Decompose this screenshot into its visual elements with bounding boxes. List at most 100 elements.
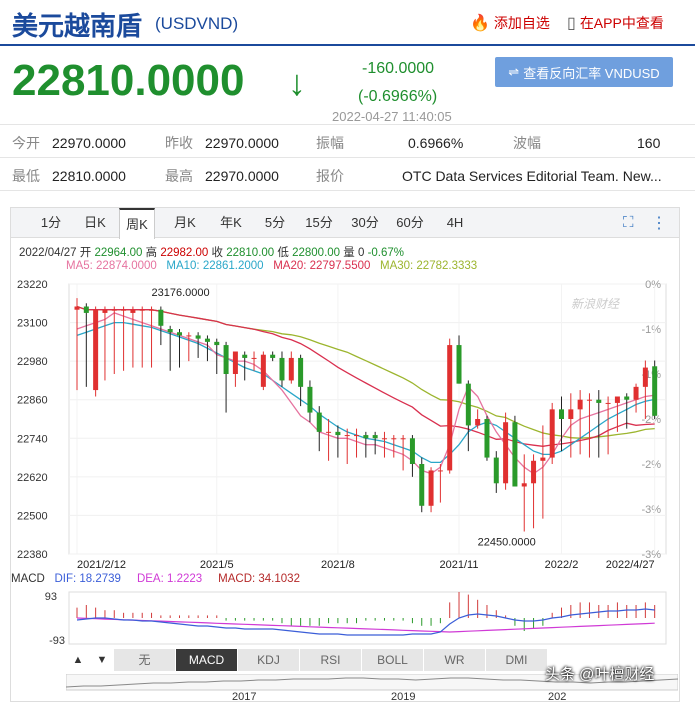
candle-body [130,309,136,313]
tab-weekly[interactable]: 周K [119,208,155,239]
quote-timestamp: 2022-04-27 11:40:05 [332,109,452,124]
candle-body [223,345,229,374]
candlestick-chart[interactable]: 23220 23100 22980 22860 22740 22620 22500 22380… [11,276,679,576]
indicator-macd[interactable]: MACD [176,649,238,671]
candle-body [307,386,313,413]
price-change-pct: (-0.6966%) [358,88,438,105]
candle-body [596,399,602,403]
x-tick-label: 2021/5 [200,559,234,571]
macd-frame [68,591,667,645]
y-tick-label: 22500 [17,510,48,522]
candle-body [531,460,537,484]
tab-5min[interactable]: 5分 [257,208,293,238]
candle-body [204,338,210,342]
current-price: 22810.0000 [12,56,245,105]
candle-body [475,419,481,426]
pct-tick-label: 0% [645,279,661,291]
indicator-bar: ▲ ▼ 无 MACD KDJ RSI BOLL WR DMI [66,649,548,671]
tab-4h[interactable]: 4H [437,208,473,238]
tab-30min[interactable]: 30分 [347,208,383,238]
indicator-none[interactable]: 无 [114,649,176,671]
pct-tick-label: -3% [641,504,661,516]
stat-open: 今开 22970.0000 [12,135,126,151]
candle-body [419,464,425,506]
candle-body [214,341,220,346]
candle-body [633,386,639,400]
phone-icon: ▯ [567,15,576,32]
candle-body [232,351,238,374]
candle-body [335,431,341,436]
candle-body [400,438,406,440]
chart-watermark: 新浪财经 [571,297,621,311]
ma10-value: MA10: 22861.2000 [166,260,264,272]
period-tabs: 1分 日K 周K 月K 年K 5分 15分 30分 60分 4H ⛶ ⋮ [11,208,679,239]
candle-body [242,354,248,358]
candle-body [251,357,257,359]
fullscreen-icon[interactable]: ⛶ [623,214,634,231]
add-favorite-link[interactable]: 🔥 添加自选 [470,13,550,33]
candle-body [167,329,173,333]
candle-body [409,438,415,464]
candle-body [158,309,164,326]
dif-line [76,608,655,636]
ma30-line [76,305,655,439]
tab-1min[interactable]: 1分 [33,208,69,238]
candle-body [521,483,527,487]
candle-body [447,345,453,471]
candle-body [437,470,443,472]
reverse-rate-button[interactable]: ⇌ 查看反向汇率 VNDUSD [495,57,673,87]
candle-body [149,309,155,311]
indicator-wr[interactable]: WR [424,649,486,671]
tab-15min[interactable]: 15分 [301,208,337,238]
candle-body [391,438,397,440]
tab-yearly[interactable]: 年K [213,208,249,238]
x-tick-label: 2021/2/12 [77,559,126,571]
candle-body [83,306,89,313]
candle-body [428,470,434,506]
tab-60min[interactable]: 60分 [392,208,428,238]
candle-body [298,357,304,387]
indicator-dmi[interactable]: DMI [486,649,548,671]
tab-monthly[interactable]: 月K [167,208,203,238]
candle-body [652,366,658,416]
candle-body [559,409,565,419]
candle-body [354,435,360,437]
tab-daily[interactable]: 日K [77,208,113,238]
stats-row: 最低 22810.0000 最高 22970.0000 报价 OTC Data Ser… [0,158,695,191]
x-tick-label: 2022/2 [545,559,579,571]
indicator-kdj[interactable]: KDJ [238,649,300,671]
candle-body [614,396,620,403]
view-in-app-label: 在APP中查看 [579,15,664,31]
ma5-value: MA5: 22874.0000 [66,260,157,272]
fire-icon: 🔥 [470,15,490,32]
arrow-down-icon[interactable]: ▼ [90,649,114,671]
view-in-app-link[interactable]: ▯ 在APP中查看 [567,13,664,33]
stat-amplitude: 振幅 0.6966% [316,135,464,151]
candle-body [624,396,630,400]
swap-icon: ⇌ [508,64,520,79]
macd-chart: 93 -93 [45,591,667,647]
source-watermark: 头条 @叶檀财经 [545,666,655,683]
candle-body [270,354,276,358]
y-tick-label: 22380 [17,549,48,561]
macd-legend: MACD DIF: 18.2739 DEA: 1.2223 MACD: 34.1… [11,573,300,585]
candle-body [102,309,108,313]
macd-tick-label: -93 [49,635,65,647]
candle-body [381,438,387,440]
candle-body [465,383,471,426]
x-tick-label: 2022/4/27 [606,559,655,571]
arrow-up-icon[interactable]: ▲ [66,649,90,671]
stat-prev-close: 昨收 22970.0000 [165,135,279,151]
more-icon[interactable]: ⋮ [651,213,667,233]
candle-body [363,435,369,439]
candle-body [568,409,574,419]
y-tick-label: 22740 [17,433,48,445]
indicator-boll[interactable]: BOLL [362,649,424,671]
stats-table: 今开 22970.0000 昨收 22970.0000 振幅 0.6966% 波幅 16… [0,124,695,191]
indicator-rsi[interactable]: RSI [300,649,362,671]
overview-tick-label: 2017 [232,691,256,700]
x-tick-label: 2021/11 [440,559,479,571]
overview-tick-label: 202 [548,691,566,700]
stat-high: 最高 22970.0000 [165,168,279,184]
price-change: -160.0000 [362,60,435,77]
